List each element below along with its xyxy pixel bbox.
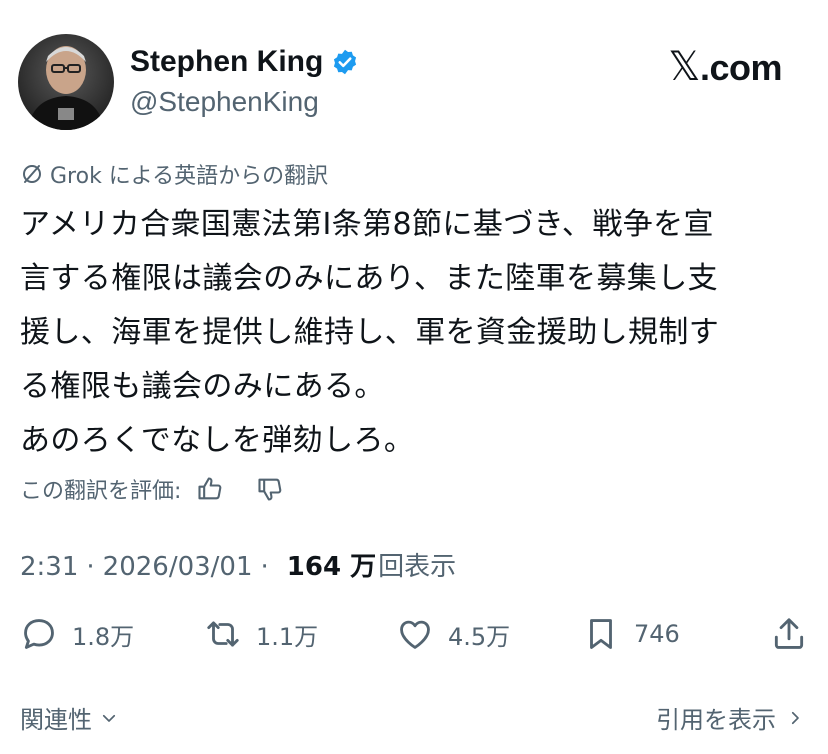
heart-icon	[400, 620, 430, 649]
tweet-time[interactable]: 2:31	[20, 552, 78, 582]
meta-separator: ·	[86, 552, 95, 582]
rate-translation: この翻訳を評価:	[20, 472, 287, 506]
verified-badge-icon	[331, 48, 359, 76]
avatar[interactable]	[18, 34, 114, 130]
repost-icon	[207, 621, 239, 647]
tweet-line: る権限も議会のみにある。	[20, 369, 385, 404]
tweet-line: 援し、海軍を提供し維持し、軍を資金援助し規制す	[20, 315, 720, 350]
reply-count: 1.8万	[72, 622, 135, 651]
related-label: 関連性	[20, 706, 92, 734]
tweet-footer: 関連性 引用を表示	[20, 700, 810, 740]
translation-note[interactable]: Grok による英語からの翻訳	[20, 158, 328, 190]
related-sort-dropdown[interactable]: 関連性	[20, 700, 118, 735]
author-names: Stephen King @StephenKing	[130, 42, 359, 118]
views-count: 164 万	[286, 552, 377, 582]
display-name-row: Stephen King	[130, 42, 359, 82]
rate-translation-label: この翻訳を評価:	[20, 479, 182, 504]
tweet-line: アメリカ合衆国憲法第I条第8節に基づき、戦争を宣	[20, 207, 714, 242]
reply-button[interactable]: 1.8万	[20, 610, 134, 658]
like-button[interactable]: 4.5万	[396, 610, 510, 658]
tweet-line: あのろくでなしを弾劾しろ。	[20, 423, 415, 458]
view-quotes-link[interactable]: 引用を表示	[656, 700, 804, 735]
view-quotes-label: 引用を表示	[656, 706, 776, 734]
translation-note-label: Grok による英語からの翻訳	[50, 164, 329, 189]
bookmark-icon	[590, 619, 612, 649]
tweet-detail: Stephen King @StephenKing 𝕏.com Grok による…	[0, 0, 828, 754]
chevron-right-icon	[791, 711, 799, 724]
reply-icon	[24, 619, 54, 649]
handle[interactable]: @StephenKing	[130, 86, 359, 118]
repost-button[interactable]: 1.1万	[204, 610, 318, 658]
tweet-line: 言する権限は議会のみにあり、また陸軍を募集し支	[20, 261, 718, 296]
x-logo-icon: 𝕏	[668, 44, 700, 90]
share-button[interactable]	[770, 610, 808, 658]
share-icon	[774, 618, 804, 649]
views-label: 回表示	[378, 552, 457, 582]
tweet-text: アメリカ合衆国憲法第I条第8節に基づき、戦争を宣 言する権限は議会のみにあり、ま…	[20, 198, 810, 468]
thumbs-down-icon[interactable]	[253, 472, 287, 506]
bookmark-button[interactable]: 746	[582, 610, 680, 658]
x-com-logo: 𝕏.com	[668, 44, 782, 90]
tweet-header: Stephen King @StephenKing 𝕏.com	[18, 34, 810, 130]
tweet-date[interactable]: 2026/03/01	[103, 552, 253, 582]
like-count: 4.5万	[448, 622, 511, 651]
tweet-actions: 1.8万 1.1万 4.5万 746	[20, 610, 810, 658]
bookmark-count: 746	[634, 620, 680, 648]
meta-separator: ·	[260, 552, 269, 582]
repost-count: 1.1万	[256, 622, 319, 651]
display-name[interactable]: Stephen King	[130, 45, 323, 79]
thumbs-up-icon[interactable]	[193, 472, 227, 506]
brand-suffix: .com	[699, 47, 783, 88]
chevron-down-icon	[102, 714, 116, 722]
grok-icon	[20, 162, 44, 186]
tweet-meta: 2:31 · 2026/03/01 · 164 万 回表示	[20, 546, 456, 583]
